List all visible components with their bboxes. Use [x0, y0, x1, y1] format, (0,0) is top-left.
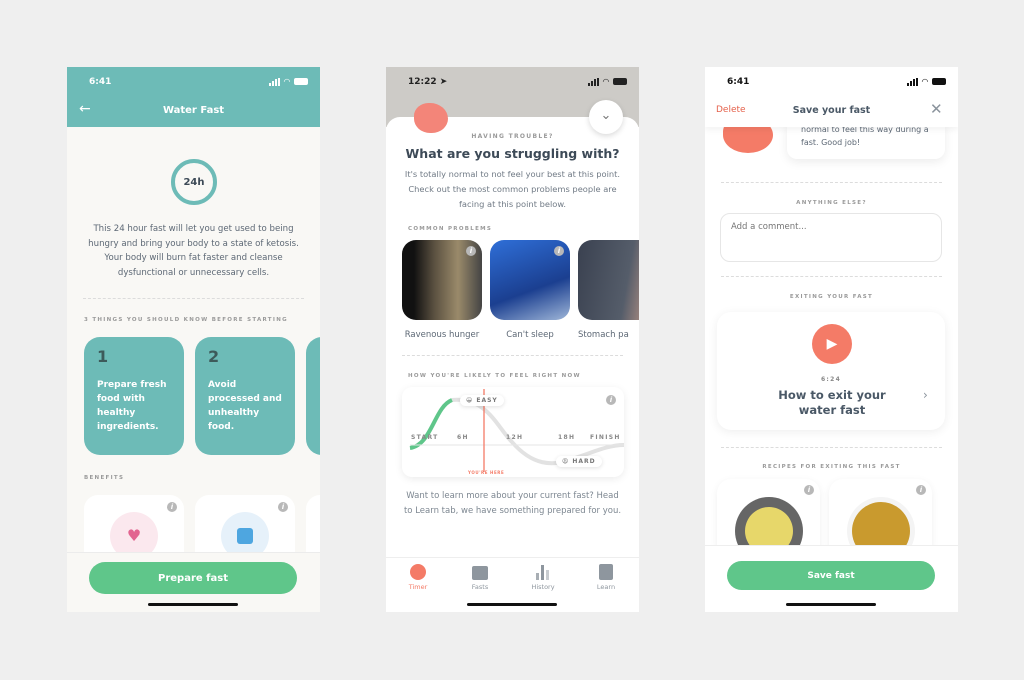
problem-caption: Stomach pa: [578, 330, 629, 340]
status-bar: 6:41 ◠: [705, 67, 958, 97]
easy-label: EASY: [476, 397, 498, 404]
tab-label: Timer: [408, 583, 428, 591]
easy-badge: 😀 EASY: [460, 395, 504, 406]
history-icon: [536, 564, 550, 580]
video-card[interactable]: ▶ 6:24 How to exit your water fast ›: [717, 312, 945, 430]
comment-input[interactable]: [720, 213, 942, 262]
eyebrow: Having trouble?: [471, 133, 554, 140]
description: It's totally normal to not feel your bes…: [404, 169, 621, 209]
status-time: 6:41: [727, 77, 750, 87]
tab-label: History: [531, 583, 555, 591]
info-icon[interactable]: i: [466, 246, 476, 256]
battery-icon: [294, 78, 308, 85]
divider: [721, 447, 942, 448]
thing-number: 2: [208, 347, 220, 366]
divider: [402, 355, 623, 356]
location-icon: ➤: [439, 77, 448, 87]
fasts-icon: [472, 566, 488, 580]
close-icon[interactable]: ✕: [930, 100, 943, 118]
prepare-fast-button[interactable]: Prepare fast: [89, 562, 297, 594]
thing-number: 1: [97, 347, 109, 366]
fast-description: This 24 hour fast will let you get used …: [88, 224, 299, 278]
mascot-icon: [414, 103, 448, 133]
tick-18h: 18H: [558, 434, 576, 441]
timer-icon: [410, 564, 426, 580]
status-bar: 6:41 ◠: [67, 67, 320, 97]
hard-badge: 😩 HARD: [556, 456, 602, 467]
tick-12h: 12H: [506, 434, 524, 441]
info-icon[interactable]: i: [167, 502, 177, 512]
divider: [721, 182, 942, 183]
tab-history[interactable]: History: [515, 564, 571, 591]
info-icon[interactable]: i: [278, 502, 288, 512]
problem-image-stomach[interactable]: [578, 240, 639, 320]
info-icon[interactable]: i: [554, 246, 564, 256]
feel-label: How you're likely to feel right now: [408, 373, 581, 379]
problem-image-hunger[interactable]: i: [402, 240, 482, 320]
home-indicator: [148, 603, 238, 606]
signal-icon: [906, 77, 918, 86]
problem-caption: Can't sleep: [506, 330, 554, 340]
info-icon[interactable]: i: [804, 485, 814, 495]
thing-card[interactable]: [306, 337, 320, 455]
thing-card[interactable]: 1 Prepare fresh food with healthy ingredi…: [84, 337, 184, 455]
water-fast-screen: 6:41 ◠ ← Water Fast 24h This 24 hour fas…: [67, 67, 320, 612]
anything-label: Anything else?: [796, 200, 867, 206]
learn-text: Want to learn more about your current fa…: [403, 491, 622, 516]
tab-fasts[interactable]: Fasts: [452, 564, 508, 591]
recipes-label: Recipes for exiting this fast: [762, 464, 901, 470]
tick-start: START: [411, 434, 439, 441]
tab-timer[interactable]: Timer: [390, 564, 446, 591]
things-label: 3 things you should know before starting: [84, 317, 288, 323]
problems-label: Common problems: [408, 226, 493, 232]
signal-icon: [587, 77, 599, 86]
info-icon[interactable]: i: [606, 395, 616, 405]
home-indicator: [786, 603, 876, 606]
feel-curve-future: [451, 397, 624, 466]
page-title: Water Fast: [162, 105, 225, 116]
save-fast-screen: normal to feel this way during a fast. G…: [705, 67, 958, 612]
play-icon[interactable]: ▶: [812, 324, 852, 364]
tab-label: Learn: [596, 583, 616, 591]
wifi-icon: ◠: [602, 77, 609, 86]
info-icon[interactable]: i: [916, 485, 926, 495]
wifi-icon: ◠: [921, 77, 928, 86]
video-title: How to exit your water fast: [778, 388, 886, 417]
divider: [721, 276, 942, 277]
problem-caption: Ravenous hunger: [404, 330, 480, 340]
learn-icon: [599, 564, 613, 580]
status-time: 6:41: [89, 77, 112, 87]
struggling-screen: 12:22 ➤ ◠ ⌄ Having trouble? What are you…: [386, 67, 639, 612]
tick-finish: FINISH: [590, 434, 621, 441]
thing-card[interactable]: 2 Avoid processed and unhealthy food.: [195, 337, 295, 455]
battery-icon: [932, 78, 946, 85]
divider: [83, 298, 304, 299]
chevron-right-icon: ›: [923, 388, 928, 402]
you-are-here-label: YOU'RE HERE: [468, 470, 505, 475]
page-title: What are you struggling with?: [405, 146, 620, 161]
home-indicator: [467, 603, 557, 606]
chevron-down-icon[interactable]: ⌄: [589, 100, 623, 134]
battery-icon: [613, 78, 627, 85]
tick-6h: 6H: [457, 434, 469, 441]
wifi-icon: ◠: [283, 77, 290, 86]
problem-image-sleep[interactable]: i: [490, 240, 570, 320]
status-time: 12:22: [408, 77, 437, 87]
exiting-label: Exiting your fast: [789, 294, 874, 300]
hard-label: HARD: [572, 458, 596, 465]
save-fast-button[interactable]: Save fast: [727, 561, 935, 590]
scale-icon: [237, 528, 253, 544]
status-bar: 12:22 ➤ ◠: [386, 67, 639, 97]
signal-icon: [268, 77, 280, 86]
thing-text: Prepare fresh food with healthy ingredie…: [97, 380, 167, 432]
tab-learn[interactable]: Learn: [578, 564, 634, 591]
duration-ring: 24h: [171, 159, 217, 205]
video-duration: 6:24: [820, 376, 842, 383]
tab-label: Fasts: [471, 583, 489, 591]
page-title: Save your fast: [792, 105, 871, 116]
benefits-label: Benefits: [84, 475, 125, 481]
feel-chart: i 😀 EASY 😩 HARD START 6H 12H 18H FINISH …: [402, 387, 624, 477]
thing-text: Avoid processed and unhealthy food.: [208, 380, 282, 432]
